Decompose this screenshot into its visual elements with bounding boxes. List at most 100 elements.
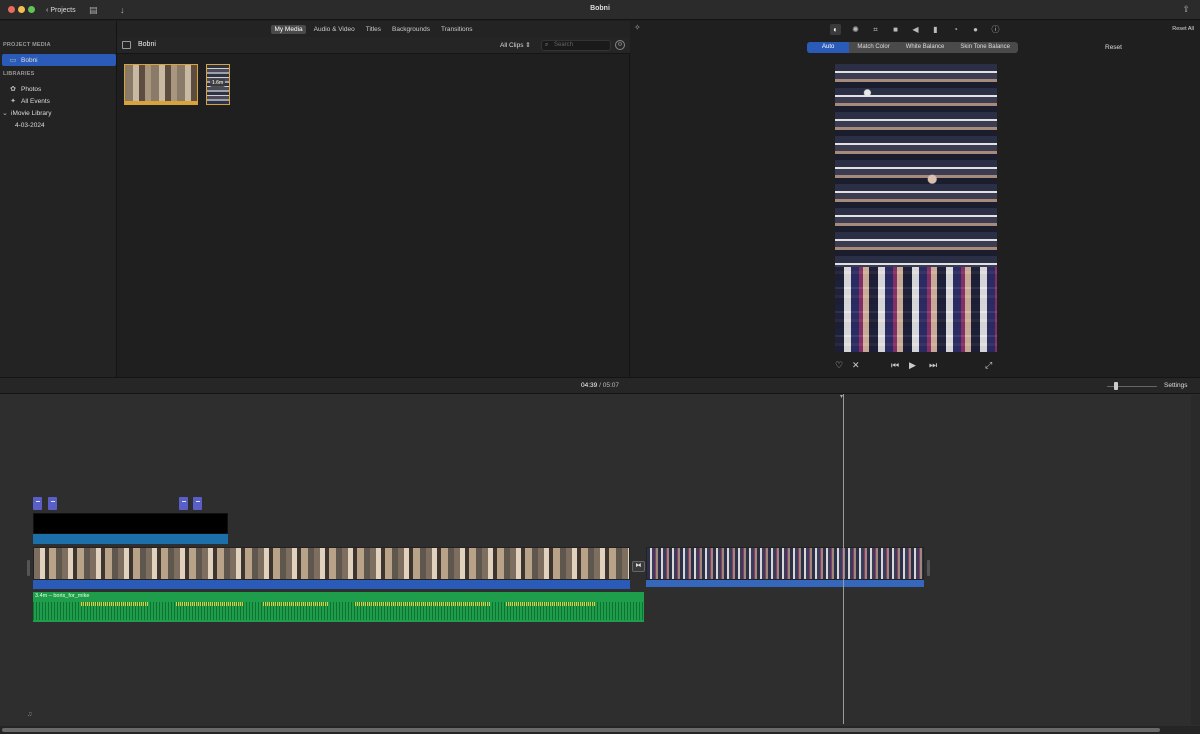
tab-audio-video[interactable]: Audio & Video <box>311 25 358 34</box>
speed-icon[interactable]: ◔ <box>950 24 961 35</box>
color-balance-icon[interactable]: ◐ <box>830 24 841 35</box>
project-media-heading: PROJECT MEDIA <box>3 42 51 48</box>
sidebar-item-event[interactable]: 4-03-2024 <box>15 119 45 131</box>
adjustments-bar: ◐ ✺ ⌗ ■ ◀ ▮ ◔ ● ⓘ <box>631 21 1200 38</box>
skip-forward-icon[interactable]: ⏭ <box>929 359 937 371</box>
updown-chevron-icon: ⇕ <box>525 42 531 49</box>
sidebar-item-project[interactable]: ▭ Bobni <box>2 54 116 66</box>
heart-icon[interactable]: ♡ <box>835 359 843 371</box>
clips-filter-label: All Clips <box>500 42 524 49</box>
sidebar-item-label: 4-03-2024 <box>15 121 45 129</box>
media-thumbnail[interactable] <box>124 64 198 105</box>
audio-peak <box>506 602 596 606</box>
sidebar-item-label: iMovie Library <box>11 109 52 117</box>
timeline-end-handle[interactable] <box>927 560 930 576</box>
total-time: 05:07 <box>602 382 619 389</box>
gear-icon[interactable]: ⚙ <box>615 40 625 50</box>
time-separator: / <box>599 382 601 389</box>
vertical-scrollbar[interactable] <box>1191 395 1200 725</box>
playhead[interactable] <box>843 394 844 724</box>
timecode: 04:39 / 05:07 <box>0 382 1200 389</box>
search-icon: ⌕ <box>545 42 549 48</box>
tab-my-media[interactable]: My Media <box>271 24 306 34</box>
match-color-button[interactable]: Match Color <box>849 42 897 53</box>
fullscreen-icon[interactable]: ⤢ <box>985 359 992 371</box>
sidebar-toggle-icon[interactable] <box>122 41 131 49</box>
libraries-heading: LIBRARIES <box>3 71 35 77</box>
photos-icon: ✿ <box>10 86 16 93</box>
title-marker[interactable] <box>48 497 57 510</box>
title-marker[interactable] <box>179 497 188 510</box>
title-bar: ‹ Projects ▤ ↓ Bobni ⇪ <box>0 0 1200 20</box>
audio-clip-label: 3.4m – boris_for_mike <box>35 593 90 599</box>
color-balance-segmented: Auto Match Color White Balance Skin Tone… <box>807 42 1018 53</box>
chevron-down-icon: ⌄ <box>2 110 8 117</box>
libraries-sidebar: PROJECT MEDIA ▭ Bobni LIBRARIES ✿ Photos… <box>0 21 117 377</box>
title-marker[interactable] <box>193 497 202 510</box>
events-icon: ✦ <box>10 98 16 105</box>
search-placeholder: Search <box>554 42 574 48</box>
timeline-start-handle[interactable] <box>27 560 30 576</box>
crop-icon[interactable]: ⌗ <box>870 24 881 35</box>
timeline-header: 04:39 / 05:07 Settings <box>0 377 1200 394</box>
audio-peak <box>176 602 244 606</box>
sidebar-item-library[interactable]: ⌄ iMovie Library <box>2 107 51 119</box>
share-icon[interactable]: ⇪ <box>1182 4 1190 15</box>
reset-button[interactable]: Reset <box>1105 44 1122 51</box>
search-input[interactable]: ⌕ Search <box>541 40 611 51</box>
duration-badge: 1.6m <box>210 79 226 87</box>
equalizer-icon[interactable]: ▮ <box>930 24 941 35</box>
browser-toolbar: Bobni All Clips ⇕ ⌕ Search ⚙ <box>117 37 630 54</box>
play-icon[interactable]: ▶ <box>909 359 916 371</box>
filter-icon[interactable]: ● <box>970 24 981 35</box>
sidebar-item-label: All Events <box>21 97 50 105</box>
title-clip-bar <box>33 534 228 544</box>
transition-icon[interactable]: ⧓ <box>632 561 645 572</box>
video-clip-bar <box>646 580 924 587</box>
window-title: Bobni <box>590 5 610 12</box>
horizontal-scrollbar[interactable] <box>0 726 1200 734</box>
sidebar-item-photos[interactable]: ✿ Photos <box>9 83 41 95</box>
reset-all-button[interactable]: Reset All <box>1172 26 1194 32</box>
video-clip[interactable] <box>646 547 924 580</box>
media-browser: 1.6m <box>117 54 630 377</box>
tab-transitions[interactable]: Transitions <box>438 25 476 34</box>
volume-icon[interactable]: ◀ <box>910 24 921 35</box>
audio-peak <box>81 602 149 606</box>
tab-titles[interactable]: Titles <box>363 25 384 34</box>
zoom-slider-handle[interactable] <box>1114 382 1118 390</box>
timeline-settings-button[interactable]: Settings <box>1164 382 1188 389</box>
tab-backgrounds[interactable]: Backgrounds <box>389 25 433 34</box>
used-range-strip <box>125 101 197 104</box>
white-balance-button[interactable]: White Balance <box>898 42 953 53</box>
scrollbar-thumb[interactable] <box>2 728 1160 732</box>
audio-peak <box>355 602 490 606</box>
sidebar-item-label: Photos <box>21 85 42 93</box>
video-clip[interactable] <box>33 547 630 580</box>
folder-icon: ▭ <box>9 57 17 64</box>
preview-crowd <box>835 267 997 352</box>
title-clip[interactable] <box>33 513 228 534</box>
music-note-icon: ♫ <box>27 711 33 718</box>
media-thumbnail[interactable]: 1.6m <box>206 64 230 105</box>
browser-tabs: My Media Audio & Video Titles Background… <box>117 21 630 37</box>
audio-clip[interactable]: 3.4m – boris_for_mike <box>33 592 644 622</box>
video-preview <box>835 64 997 352</box>
color-correction-icon[interactable]: ✺ <box>850 24 861 35</box>
title-marker[interactable] <box>33 497 42 510</box>
viewer-pane: ✧ ◐ ✺ ⌗ ■ ◀ ▮ ◔ ● ⓘ Reset All Auto Match… <box>631 21 1200 377</box>
skin-tone-balance-button[interactable]: Skin Tone Balance <box>952 42 1018 53</box>
reject-icon[interactable]: ✕ <box>852 359 860 371</box>
playhead-top-icon[interactable]: ▾ <box>840 393 843 400</box>
sidebar-item-all-events[interactable]: ✦ All Events <box>9 95 50 107</box>
auto-button[interactable]: Auto <box>807 42 850 53</box>
audio-peak <box>263 602 328 606</box>
info-icon[interactable]: ⓘ <box>990 24 1001 35</box>
sidebar-item-label: Bobni <box>21 56 38 64</box>
stabilization-icon[interactable]: ■ <box>890 24 901 35</box>
browser-title: Bobni <box>138 41 156 48</box>
current-time: 04:39 <box>581 382 598 389</box>
clips-filter-dropdown[interactable]: All Clips ⇕ <box>500 41 531 49</box>
skip-back-icon[interactable]: ⏮ <box>891 359 899 371</box>
video-clip-bar <box>33 580 630 589</box>
